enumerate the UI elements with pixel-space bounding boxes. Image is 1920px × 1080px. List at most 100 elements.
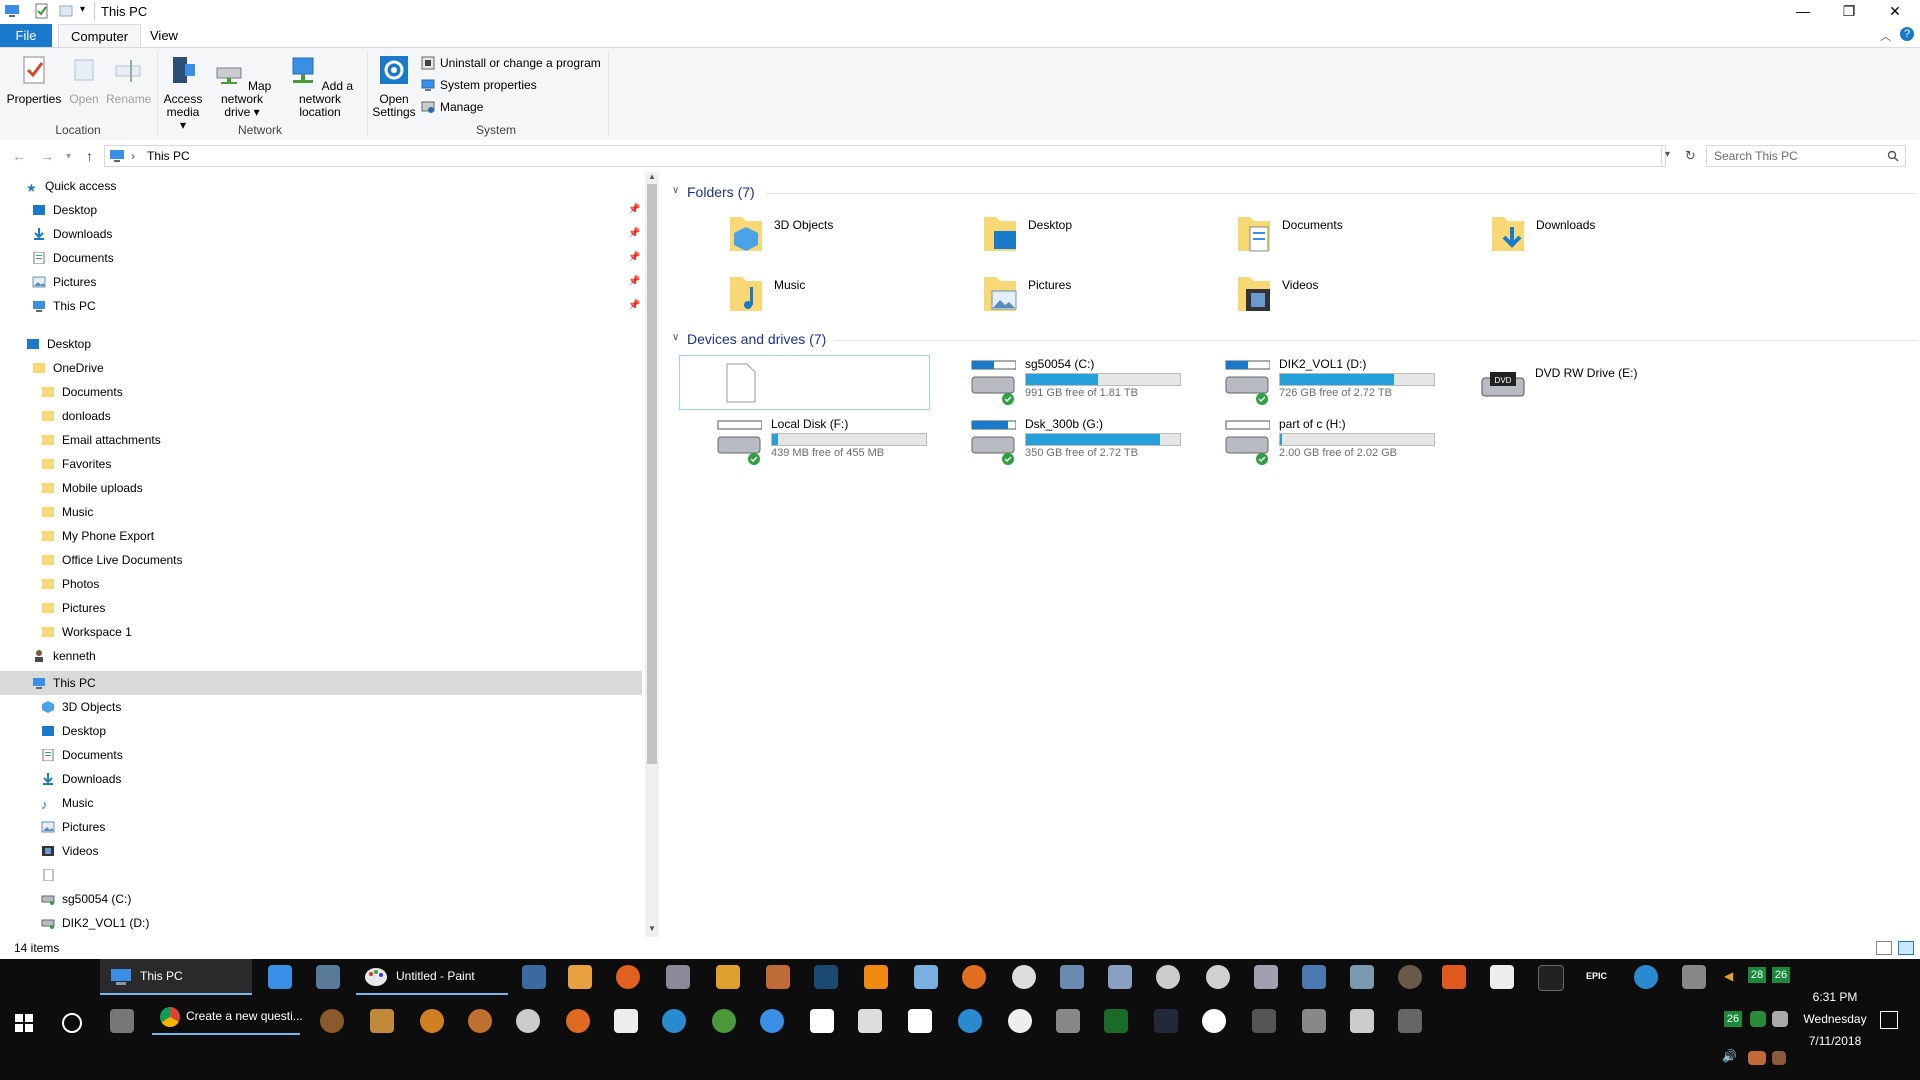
monitor-app-icon[interactable] — [1060, 965, 1084, 989]
compass-app-icon[interactable] — [1206, 965, 1230, 989]
clock-app-icon[interactable] — [1012, 965, 1036, 989]
computer-app-icon[interactable] — [1350, 965, 1374, 989]
mail-icon[interactable] — [810, 1009, 834, 1033]
nav-item-3d-objects[interactable]: 3D Objects — [41, 695, 121, 719]
taskbar-window-chrome[interactable]: Create a new questi... — [152, 999, 303, 1035]
window-app-icon[interactable] — [914, 965, 938, 989]
pin-icon[interactable]: 📌 — [628, 204, 640, 215]
nav-item-documents[interactable]: Documents — [41, 743, 123, 767]
drive-tile[interactable]: Dsk_300b (G:) 350 GB free of 2.72 TB — [970, 415, 1220, 471]
tray-app-icon[interactable] — [1748, 1051, 1766, 1065]
battery-indicator-icon[interactable]: 26 — [1772, 967, 1790, 983]
scroll-up-icon[interactable]: ▲ — [648, 172, 656, 181]
game-app-icon[interactable] — [320, 1009, 344, 1033]
shield-icon[interactable] — [614, 1009, 638, 1033]
music-app-icon[interactable] — [666, 965, 690, 989]
nav-item-onedrive[interactable]: OneDrive — [32, 356, 104, 380]
address-dropdown-chevron-icon[interactable]: ▾ — [1665, 149, 1670, 160]
taskbar-window-this-pc[interactable]: This PC — [100, 959, 252, 995]
add-network-location-button[interactable]: Add a network location — [280, 54, 360, 119]
restore-button[interactable]: ❐ — [1826, 0, 1872, 24]
volume-icon[interactable]: 🔊 — [1722, 1049, 1737, 1063]
refresh-icon[interactable]: ↻ — [1685, 148, 1696, 164]
devices-section-header[interactable]: Devices and drives (7) — [687, 331, 826, 347]
nav-item-desktop[interactable]: Desktop — [41, 719, 106, 743]
map-network-drive-button[interactable]: Map network drive ▾ — [207, 54, 277, 119]
battery-indicator-icon[interactable]: 28 — [1748, 967, 1766, 983]
laptop-app-icon[interactable] — [316, 965, 340, 989]
media-player-icon[interactable] — [716, 965, 740, 989]
system-clock[interactable]: 6:31 PM Wednesday 7/11/2018 — [1790, 986, 1880, 1052]
folders-section-header[interactable]: Folders (7) — [687, 184, 755, 200]
blank-drive-tile[interactable] — [679, 355, 930, 410]
scroll-down-icon[interactable]: ▼ — [648, 924, 656, 933]
nav-item-onedrive-folder[interactable]: Email attachments — [41, 428, 161, 452]
terminal-icon[interactable] — [1538, 965, 1564, 991]
properties-button[interactable]: Properties — [4, 54, 64, 106]
battery-indicator-icon[interactable]: 26 — [1724, 1011, 1742, 1027]
xbox-icon[interactable] — [1202, 1009, 1226, 1033]
chip-app-icon[interactable] — [1398, 1009, 1422, 1033]
access-media-button[interactable]: Access media ▾ — [162, 54, 204, 132]
amazon-app-icon[interactable] — [1154, 1009, 1178, 1033]
forward-arrow-icon[interactable]: → — [40, 148, 54, 164]
windows-start-icon[interactable] — [14, 1013, 34, 1033]
nav-item-downloads[interactable]: Downloads — [41, 767, 121, 791]
rename-button[interactable]: Rename — [106, 54, 151, 106]
nav-item-onedrive-folder[interactable]: Office Live Documents — [41, 548, 183, 572]
nav-item-music[interactable]: ♪ Music — [41, 791, 93, 815]
movie-clapper-icon[interactable] — [858, 1009, 882, 1033]
up-arrow-icon[interactable]: ↑ — [86, 148, 93, 164]
folder-tile[interactable]: Pictures — [968, 268, 1208, 324]
pin-icon[interactable]: 📌 — [628, 300, 640, 311]
recent-locations-chevron-icon[interactable]: ▾ — [66, 151, 71, 162]
display-app-icon[interactable] — [1108, 965, 1132, 989]
firefox-icon[interactable] — [566, 1009, 590, 1033]
nav-item-quick-access[interactable]: ★ Quick access — [26, 174, 116, 198]
lightning-app-icon[interactable] — [1442, 965, 1466, 989]
nav-item-pictures[interactable]: Pictures — [41, 815, 105, 839]
task-view-icon[interactable] — [110, 1009, 134, 1033]
help-icon[interactable]: ? — [1900, 27, 1914, 41]
settings-gear-icon[interactable] — [1156, 965, 1180, 989]
nav-item-onedrive-folder[interactable]: Documents — [41, 380, 123, 404]
nav-item-onedrive-folder[interactable]: Favorites — [41, 452, 111, 476]
uninstall-program-button[interactable]: Uninstall or change a program — [421, 54, 601, 74]
tab-view[interactable]: View — [138, 24, 190, 47]
nav-item-quick-downloads[interactable]: Downloads — [32, 222, 112, 246]
properties-quick-icon[interactable] — [34, 3, 50, 19]
nav-item-quick-this-pc[interactable]: This PC — [32, 294, 96, 318]
chevron-down-icon[interactable]: ∨ — [672, 185, 679, 196]
search-input[interactable]: Search This PC — [1706, 145, 1906, 167]
internet-explorer-icon[interactable] — [662, 1009, 686, 1033]
film-app-icon[interactable] — [1104, 1009, 1128, 1033]
display-tray-icon[interactable] — [1772, 1011, 1788, 1027]
orb-app-icon[interactable] — [468, 1009, 492, 1033]
nav-item-onedrive-folder[interactable]: Pictures — [41, 596, 105, 620]
nav-item-quick-documents[interactable]: Documents — [32, 246, 114, 270]
open-settings-button[interactable]: Open Settings — [372, 54, 416, 119]
tablet-app-icon[interactable] — [522, 965, 546, 989]
tray-arrow-icon[interactable]: ◀ — [1724, 969, 1733, 983]
firefox-icon[interactable] — [616, 965, 640, 989]
tools-app-icon[interactable] — [1252, 1009, 1276, 1033]
groove-music-icon[interactable] — [1008, 1009, 1032, 1033]
nav-item-onedrive-folder[interactable]: Photos — [41, 572, 99, 596]
nav-item-drive-c[interactable]: sg50054 (C:) — [41, 887, 131, 911]
nav-item-blank-drive[interactable] — [41, 863, 62, 887]
pin-icon[interactable]: 📌 — [628, 276, 640, 287]
nvidia-tray-icon[interactable] — [1750, 1011, 1766, 1027]
tab-file[interactable]: File — [0, 24, 52, 47]
address-bar[interactable]: › This PC ▾ ↻ — [104, 145, 1696, 167]
minimize-button[interactable]: — — [1780, 0, 1826, 24]
nav-item-desktop-root[interactable]: Desktop — [26, 332, 91, 356]
folder-tile[interactable]: 3D Objects — [714, 208, 954, 264]
keyboard-app-icon[interactable] — [1056, 1009, 1080, 1033]
fb-app-icon[interactable] — [370, 1009, 394, 1033]
document-app-icon[interactable] — [1254, 965, 1278, 989]
nav-scrollbar[interactable]: ▲ ▼ — [645, 172, 659, 937]
cortana-search-icon[interactable] — [62, 1013, 82, 1033]
customize-quick-access-icon[interactable]: ▾ — [80, 4, 85, 15]
calculator-icon[interactable] — [1490, 965, 1514, 989]
system-properties-button[interactable]: System properties — [421, 76, 537, 96]
